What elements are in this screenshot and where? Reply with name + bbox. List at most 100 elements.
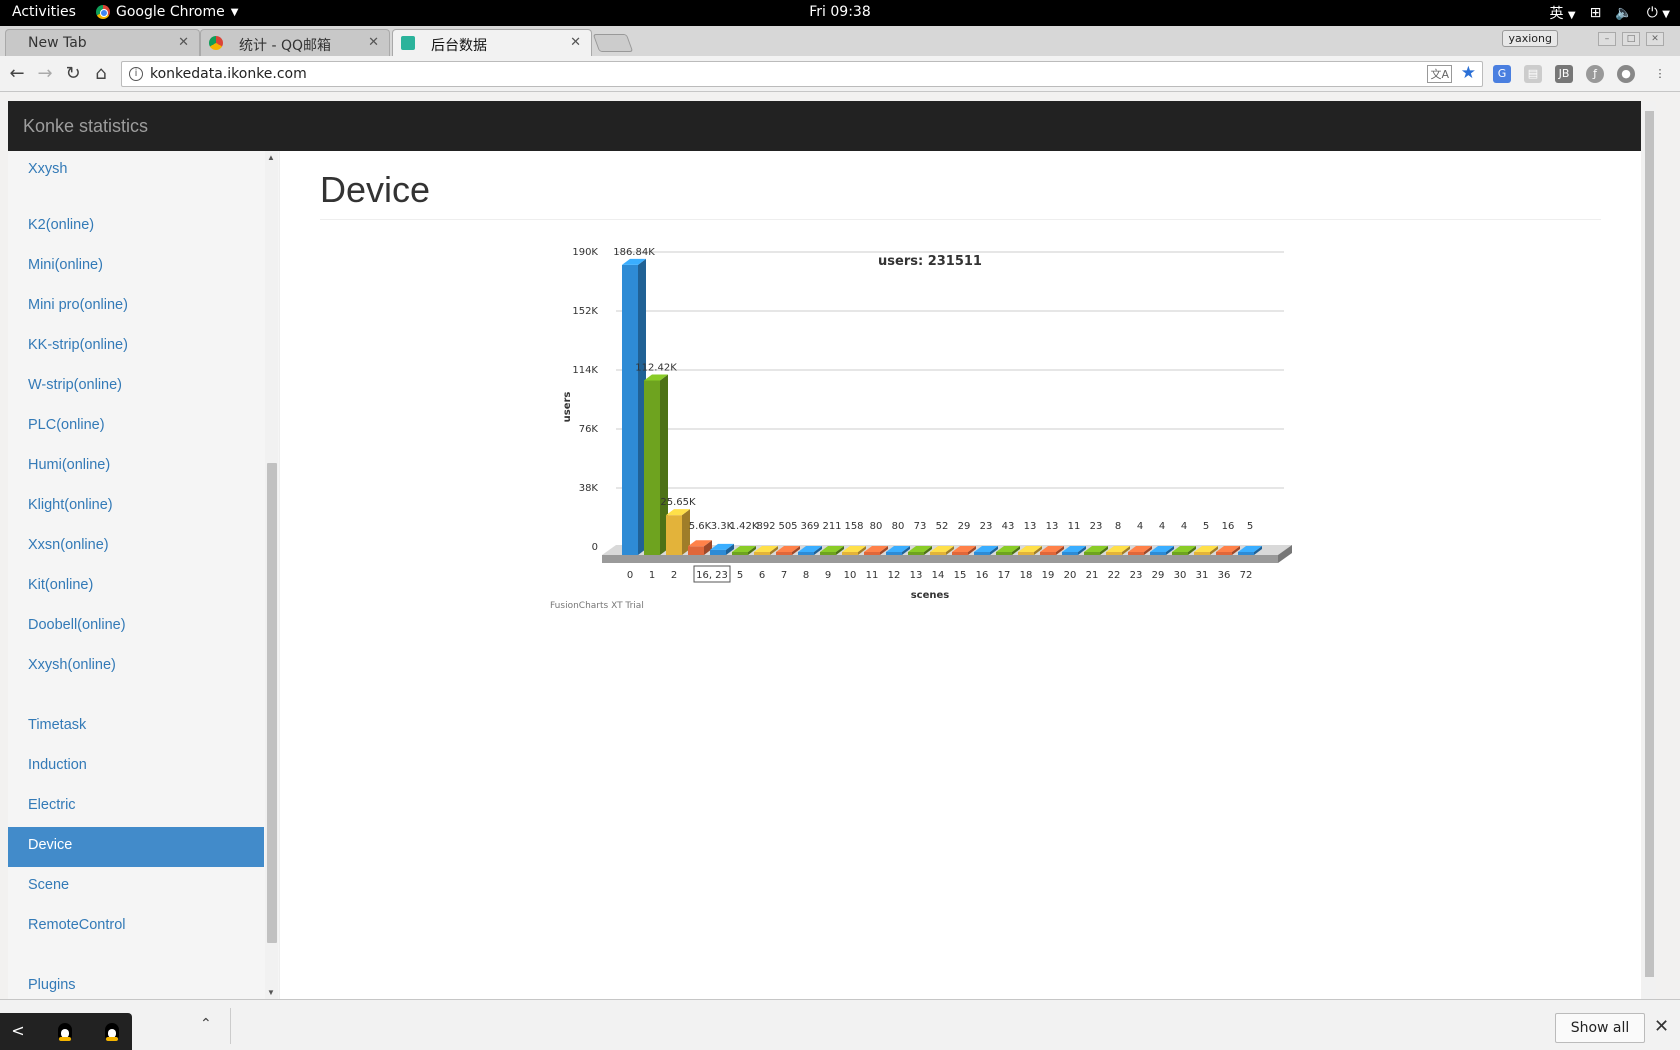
translate-icon[interactable]: 文A [1427,65,1452,83]
input-method-indicator[interactable]: 英 ▼ [1549,3,1575,23]
qq-penguin-icon[interactable] [105,1023,119,1041]
bookmark-star-icon[interactable]: ★ [1461,63,1476,83]
data-label: 11 [1068,521,1081,532]
data-label: 5 [1203,521,1209,532]
reload-icon[interactable]: ↻ [62,63,84,84]
y-tick-label: 152K [572,306,598,317]
page-scrollbar[interactable] [1642,101,1656,999]
data-label: 4 [1181,521,1187,532]
sidebar-item-induction[interactable]: Induction [8,747,264,787]
data-label: 80 [892,521,905,532]
sidebar-item-doobell-online[interactable]: Doobell(online) [8,607,264,647]
x-axis-title: scenes [911,590,950,601]
close-icon[interactable]: ✕ [570,35,581,50]
activities-button[interactable]: Activities [12,4,76,20]
x-tick-label: 22 [1108,570,1121,581]
sidebar-item-remotecontrol[interactable]: RemoteControl [8,907,264,947]
sidebar-item-mini-online[interactable]: Mini(online) [8,247,264,287]
sidebar-item-humi-online[interactable]: Humi(online) [8,447,264,487]
sidebar-item-k2-online[interactable]: K2(online) [8,207,264,247]
profile-badge[interactable]: yaxiong [1502,30,1558,47]
bar-front [886,552,902,555]
close-window-icon[interactable]: ✕ [1646,32,1664,46]
tab-qq-mail[interactable]: 统计 - QQ邮箱 ✕ [200,29,390,56]
app-menu[interactable]: Google Chrome ▼ [96,4,238,20]
volume-muted-icon[interactable]: 🔈 [1615,5,1632,21]
data-label: 16 [1222,521,1235,532]
scrollbar-thumb[interactable] [267,463,277,943]
firebug-extension-icon[interactable]: ƒ [1586,65,1604,83]
home-icon[interactable]: ⌂ [90,63,112,84]
sidebar-item-electric[interactable]: Electric [8,787,264,827]
sidebar-item-scene[interactable]: Scene [8,867,264,907]
bar[interactable] [666,509,690,555]
info-icon[interactable]: i [129,67,143,81]
sidebar-item-klight-online[interactable]: Klight(online) [8,487,264,527]
sidebar-scrollbar[interactable]: ▲ ▼ [265,151,278,999]
tab-new-tab[interactable]: New Tab ✕ [5,29,200,56]
close-icon[interactable]: ✕ [178,35,189,50]
scroll-down-icon[interactable]: ▼ [267,988,275,997]
chart-gridlines [616,251,1284,489]
web-page: Konke statistics Xxysh K2(online) Mini(onl… [8,101,1641,999]
maximize-icon[interactable]: □ [1622,32,1640,46]
google-translate-extension-icon[interactable]: G [1493,65,1511,83]
bar-front [622,264,638,555]
x-axis-ticks: 0 1 2 16, 23 5 6 7 8 9 10 11 12 13 14 15 16 17 18 19 20 21 22… [627,565,1253,583]
forward-icon[interactable]: → [34,63,56,84]
bar-front [952,552,968,555]
sidebar-item-kk-strip-online[interactable]: KK-strip(online) [8,327,264,367]
power-icon[interactable]: ⏻ ▼ [1647,5,1670,21]
bar-front [1172,552,1188,555]
back-icon[interactable]: ← [6,63,28,84]
json-extension-icon[interactable]: JB [1555,65,1573,83]
extension-icon[interactable]: ● [1617,65,1635,83]
sidebar-item-timetask[interactable]: Timetask [8,707,264,747]
network-icon[interactable]: ⊞ [1590,5,1602,21]
data-label: 73 [914,521,927,532]
back-arrow-icon[interactable]: < [8,1021,28,1041]
x-tick-label: 12 [888,570,901,581]
x-tick-label: 31 [1196,570,1209,581]
x-tick-label: 72 [1240,570,1253,581]
sidebar-item-plugins[interactable]: Plugins [8,967,264,999]
tab-strip: New Tab ✕ 统计 - QQ邮箱 ✕ 后台数据 ✕ yaxiong – □… [0,26,1680,56]
x-tick-label: 30 [1174,570,1187,581]
chevron-up-icon[interactable]: ⌃ [200,1016,212,1032]
bar-front [820,552,836,555]
title-divider [320,219,1601,220]
extension-icon[interactable]: ▤ [1524,65,1542,83]
sidebar-item-mini-pro-online[interactable]: Mini pro(online) [8,287,264,327]
data-label: 13 [1046,521,1059,532]
scroll-up-icon[interactable]: ▲ [267,153,275,162]
new-tab-button[interactable] [592,34,634,52]
clock[interactable]: Fri 09:38 [809,4,870,20]
brand-title[interactable]: Konke statistics [23,116,148,137]
x-tick-label: 5 [737,570,743,581]
sidebar-item-w-strip-online[interactable]: W-strip(online) [8,367,264,407]
sidebar-item-xxysh[interactable]: Xxysh [8,151,264,191]
show-all-button[interactable]: Show all [1555,1013,1645,1043]
tab-backend-data[interactable]: 后台数据 ✕ [392,29,592,56]
bar[interactable] [622,258,646,555]
x-tick-label: 13 [910,570,923,581]
sidebar-item-xxsn-online[interactable]: Xxsn(online) [8,527,264,567]
main-content: Device users: 231511 users scenes Fusion… [280,151,1641,999]
sidebar-item-device[interactable]: Device [8,827,264,867]
bar-front [1018,552,1034,555]
y-axis-title: users [562,392,573,423]
sidebar-item-kit-online[interactable]: Kit(online) [8,567,264,607]
close-icon[interactable]: ✕ [1654,1016,1669,1037]
bar[interactable] [644,374,668,555]
bar-front [1062,552,1078,555]
qq-penguin-icon[interactable] [58,1023,72,1041]
minimize-icon[interactable]: – [1598,32,1616,46]
data-label: 29 [958,521,971,532]
sidebar-item-plc-online[interactable]: PLC(online) [8,407,264,447]
chrome-menu-icon[interactable]: ⋮ [1651,65,1669,83]
scrollbar-thumb[interactable] [1645,111,1654,977]
data-label: 4 [1137,521,1143,532]
sidebar-item-xxysh-online[interactable]: Xxysh(online) [8,647,264,687]
close-icon[interactable]: ✕ [368,35,379,50]
address-bar[interactable]: i konkedata.ikonke.com 文A ★ [121,61,1483,87]
